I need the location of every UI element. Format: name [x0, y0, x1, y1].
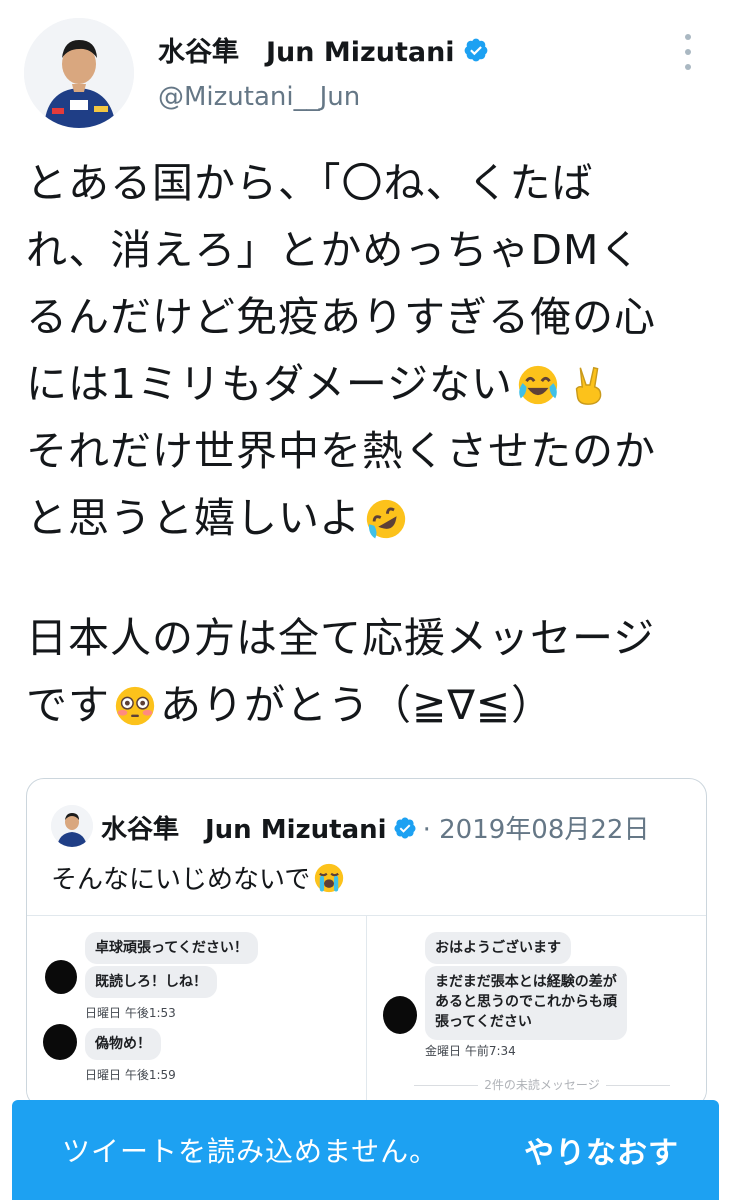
author-handle[interactable]: @Mizutani__Jun	[158, 82, 360, 112]
face-with-tears-of-joy-icon	[518, 365, 558, 404]
tweet-line: るんだけど免疫ありすぎる俺の心	[26, 293, 656, 341]
dm-bubble: 卓球頑張ってください！	[85, 932, 258, 964]
redacted-avatar	[383, 996, 417, 1034]
verified-badge-icon	[464, 38, 487, 61]
tweet-line: です ありがとう（≧∇≦）	[26, 681, 554, 729]
loudly-crying-face-icon	[315, 863, 344, 892]
quoted-media[interactable]: 卓球頑張ってください！ 既読しろ！しね！ 日曜日 午後1:53 偽物め！ 日曜日…	[27, 915, 706, 1107]
tweet-line: 日本人の方は全て応援メッセージ	[26, 614, 656, 662]
dm-timestamp: 日曜日 午後1:53	[85, 1006, 176, 1020]
quoted-tweet[interactable]: 水谷隼 Jun Mizutani · 2019年08月22日 そんなにいじめない…	[26, 778, 707, 1108]
unread-divider: 2件の未読メッセージ	[407, 1076, 677, 1093]
tweet-text: とある国から、「〇ね、くたば れ、消えろ」とかめっちゃDMく るんだけど免疫あり…	[26, 150, 716, 739]
error-snackbar: ツイートを読み込めません。 やりなおす	[12, 1100, 719, 1200]
retry-button[interactable]: やりなおす	[524, 1128, 679, 1172]
verified-badge-icon	[394, 817, 416, 838]
author-display-name[interactable]: 水谷隼 Jun Mizutani	[158, 30, 455, 69]
tweet-line: には1ミリもダメージない	[26, 351, 716, 418]
quoted-text: そんなにいじめないで	[51, 859, 348, 896]
tweet-line: それだけ世界中を熱くさせたのか	[26, 427, 656, 475]
quoted-date: · 2019年08月22日	[422, 815, 650, 845]
tweet-line: と思うと嬉しいよ	[26, 485, 716, 552]
dm-screenshot-right[interactable]: おはようございます まだまだ張本とは経験の差が あると思うのでこれからも頑 張っ…	[367, 916, 706, 1107]
tweet-line: とある国から、「〇ね、くたば	[26, 159, 594, 207]
flushed-face-icon	[115, 686, 155, 725]
rolling-on-floor-laughing-icon	[367, 499, 406, 539]
victory-hand-icon	[575, 366, 602, 405]
dm-timestamp: 金曜日 午前7:34	[425, 1044, 516, 1058]
author-avatar[interactable]	[24, 18, 134, 128]
dm-bubble-multiline: まだまだ張本とは経験の差が あると思うのでこれからも頑 張ってください	[425, 966, 627, 1040]
quoted-display-name: 水谷隼 Jun Mizutani	[101, 815, 387, 845]
quoted-header: 水谷隼 Jun Mizutani · 2019年08月22日	[101, 809, 649, 846]
redacted-avatar	[43, 1024, 77, 1060]
snackbar-message: ツイートを読み込めません。	[62, 1135, 439, 1168]
dm-bubble: 偽物め！	[85, 1028, 161, 1060]
quoted-author-avatar	[51, 805, 93, 847]
dm-screenshot-left[interactable]: 卓球頑張ってください！ 既読しろ！しね！ 日曜日 午後1:53 偽物め！ 日曜日…	[27, 916, 367, 1107]
tweet-line: れ、消えろ」とかめっちゃDMく	[26, 226, 642, 274]
more-options-icon[interactable]	[678, 34, 698, 70]
dm-timestamp: 日曜日 午後1:59	[85, 1068, 176, 1082]
redacted-avatar	[45, 960, 77, 994]
author-name-row[interactable]: 水谷隼 Jun Mizutani	[158, 30, 489, 69]
dm-bubble: 既読しろ！しね！	[85, 966, 217, 998]
tweet: 水谷隼 Jun Mizutani @Mizutani__Jun とある国から、「…	[0, 0, 731, 1200]
dm-bubble: おはようございます	[425, 932, 571, 964]
